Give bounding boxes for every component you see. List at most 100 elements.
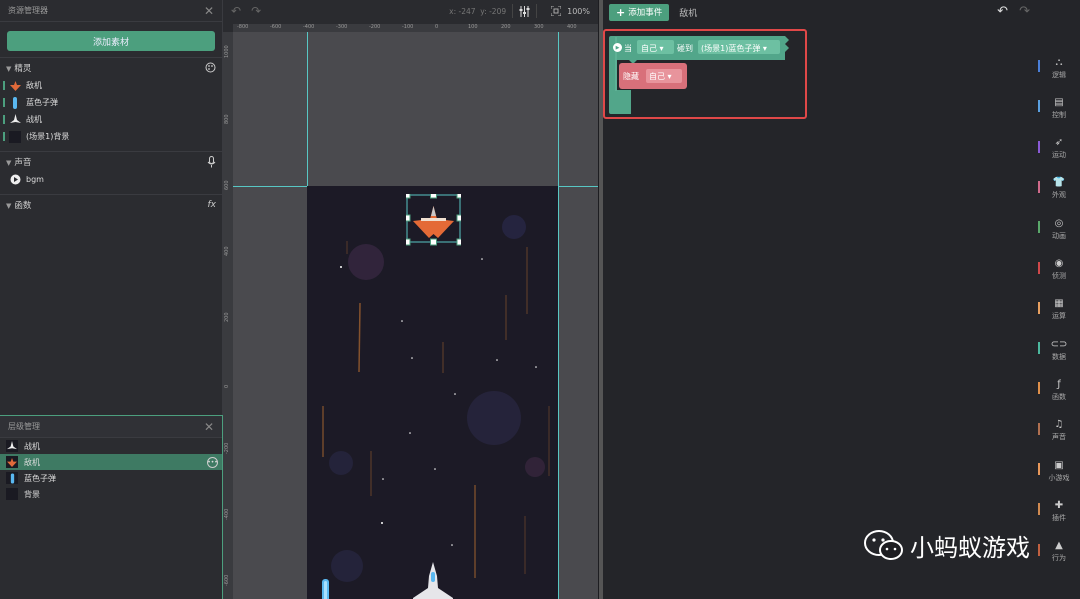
redo-icon[interactable]: ↷ <box>251 4 261 18</box>
layer-item-blue-bullet[interactable]: 蓝色子弹 <box>0 470 222 486</box>
category-label: 小游戏 <box>1048 473 1070 482</box>
stage-canvas[interactable] <box>233 32 598 599</box>
category-1[interactable]: ▤ 控制 <box>1038 90 1080 126</box>
blue-bullet-icon <box>6 472 18 484</box>
highlight-box <box>603 29 807 119</box>
ruler-tick-label: -400 <box>303 24 315 30</box>
ruler-tick-label: -600 <box>270 24 282 30</box>
layer-item-fighter[interactable]: 战机 <box>0 438 222 454</box>
sprite-tab[interactable]: 敌机 <box>679 6 697 19</box>
sprite-item-label: 敌机 <box>26 81 42 90</box>
sprite-mark <box>3 81 5 90</box>
layer-manager-title: 层级管理 <box>8 422 40 431</box>
category-5[interactable]: ◉ 侦测 <box>1038 252 1080 288</box>
ruler-tick-label: 600 <box>224 180 230 190</box>
redo-icon[interactable]: ↷ <box>1019 4 1030 19</box>
zoom-control[interactable]: 100% <box>551 6 590 16</box>
category-label: 侦测 <box>1052 272 1066 280</box>
undo-icon[interactable]: ↶ <box>231 4 241 18</box>
ruler-tick-label: 0 <box>435 24 439 30</box>
coord-y: y: -209 <box>480 6 507 16</box>
category-0[interactable]: ⛬ 逻辑 <box>1038 50 1080 86</box>
ruler-tick-label: -800 <box>237 24 249 30</box>
category-label: 控制 <box>1052 110 1066 119</box>
palette-icon[interactable] <box>205 62 216 73</box>
plus-icon: + <box>616 5 626 19</box>
ruler-tick-label: -600 <box>224 574 230 586</box>
caret-down-icon: ▼ <box>6 201 12 210</box>
add-event-label: 添加事件 <box>628 8 663 18</box>
category-12[interactable]: ▲ 行为 <box>1038 534 1080 570</box>
sprite-item-enemy[interactable]: 敌机 <box>0 77 222 94</box>
ruler-tick-label: -100 <box>402 24 414 30</box>
category-8[interactable]: ƒ 函数 <box>1038 372 1080 408</box>
block-editor: + 添加事件 敌机 ↶ ↷ ▶ 当 自己 ▾ 碰到 (场景1)蓝色子弹 ▾ 隐藏 … <box>603 0 1038 599</box>
microphone-icon[interactable] <box>207 155 216 168</box>
sound-section-header[interactable]: ▼ 声音 <box>0 151 222 171</box>
ruler-tick-label: 800 <box>224 114 230 124</box>
blue-bullet-sprite[interactable] <box>321 579 331 599</box>
enemy-plane-icon <box>9 80 21 92</box>
ruler-tick-label: 100 <box>468 24 478 30</box>
layer-manager-panel: 层级管理 ✕ 战机 敌机 ••• 蓝色子弹 背景 <box>0 415 223 599</box>
stage-toolbar: ↶ ↷ x: -247 y: -209 100% <box>223 0 598 22</box>
category-10[interactable]: ▣ 小游戏 <box>1038 453 1080 489</box>
category-icon: ♫ <box>1054 419 1064 431</box>
layer-item-label: 敌机 <box>24 457 40 467</box>
ruler-tick-label: -300 <box>336 24 348 30</box>
function-icon[interactable]: fx <box>208 200 217 210</box>
block-editor-toolbar: + 添加事件 敌机 <box>603 0 1038 24</box>
category-9[interactable]: ♫ 声音 <box>1038 413 1080 449</box>
add-asset-button[interactable]: 添加素材 <box>7 31 215 51</box>
ruler-tick-label: -200 <box>369 24 381 30</box>
sprite-item-fighter[interactable]: 战机 <box>0 111 222 128</box>
category-icon: 👕 <box>1052 177 1066 189</box>
category-color-bar <box>1038 301 1040 314</box>
fighter-plane-icon <box>9 114 21 126</box>
add-event-button[interactable]: + 添加事件 <box>609 3 670 21</box>
blue-bullet-icon <box>9 96 21 109</box>
sprite-mark <box>3 98 5 107</box>
wechat-icon <box>864 529 903 560</box>
category-7[interactable]: ⊂⊃ 数据 <box>1038 332 1080 368</box>
enemy-plane-sprite[interactable] <box>406 194 461 249</box>
sprite-mark <box>3 115 5 124</box>
game-screen[interactable] <box>307 186 558 599</box>
category-icon: ⛬ <box>1055 56 1063 68</box>
layer-item-label: 蓝色子弹 <box>24 473 56 483</box>
category-3[interactable]: 👕 外观 <box>1038 171 1080 207</box>
sprite-item-label: (场景1)背景 <box>26 132 70 141</box>
category-2[interactable]: ➶ 运动 <box>1038 131 1080 167</box>
layer-item-background[interactable]: 背景 <box>0 486 222 502</box>
more-options-icon[interactable]: ••• <box>207 456 218 468</box>
fighter-plane-sprite[interactable] <box>411 560 455 599</box>
sprite-item-background[interactable]: (场景1)背景 <box>0 128 222 145</box>
caret-down-icon: ▼ <box>6 64 12 73</box>
ruler-tick-label: 300 <box>534 24 544 30</box>
category-4[interactable]: ◎ 动画 <box>1038 211 1080 247</box>
functions-header-label: 函数 <box>14 200 32 211</box>
layer-item-enemy[interactable]: 敌机 ••• <box>0 454 222 470</box>
watermark-text: 小蚂蚁游戏 <box>910 534 1030 562</box>
category-color-bar <box>1038 382 1040 395</box>
watermark: 小蚂蚁游戏 <box>864 528 1030 563</box>
category-11[interactable]: ✚ 插件 <box>1038 493 1080 529</box>
coordinate-readout: x: -247 y: -209 <box>449 7 506 16</box>
play-icon[interactable] <box>9 174 21 186</box>
close-icon[interactable]: ✕ <box>204 420 214 434</box>
category-color-bar <box>1038 100 1040 113</box>
functions-section-header[interactable]: ▼ 函数 fx <box>0 194 222 214</box>
zoom-level: 100% <box>567 6 590 16</box>
category-6[interactable]: ▦ 运算 <box>1038 292 1080 328</box>
sound-item-bgm[interactable]: bgm <box>0 171 222 188</box>
sound-header-label: 声音 <box>14 157 32 168</box>
fit-screen-icon[interactable] <box>551 6 562 16</box>
close-icon[interactable]: ✕ <box>204 4 214 18</box>
toolbar-divider <box>512 4 514 18</box>
sprites-section-header[interactable]: ▼ 精灵 <box>0 57 222 77</box>
category-icon: ✚ <box>1054 499 1064 511</box>
undo-icon[interactable]: ↶ <box>997 4 1008 19</box>
category-color-bar <box>1038 140 1040 153</box>
sliders-icon[interactable] <box>519 5 530 17</box>
sprite-item-blue-bullet[interactable]: 蓝色子弹 <box>0 94 222 111</box>
